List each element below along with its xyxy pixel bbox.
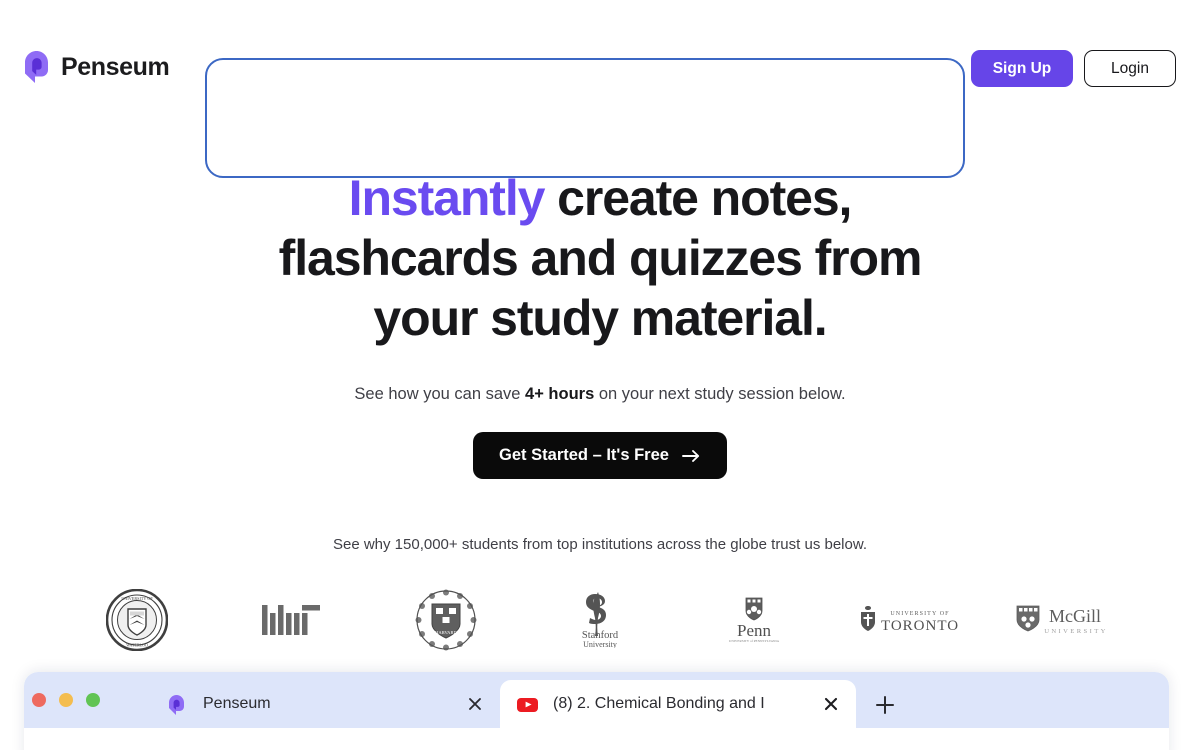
penseum-logo-icon — [22, 50, 52, 84]
youtube-favicon-icon — [516, 693, 539, 716]
subhead-highlight: 4+ hours — [525, 385, 595, 403]
minimize-window-button[interactable] — [59, 693, 73, 707]
svg-text:University: University — [583, 640, 617, 648]
svg-text:Penn: Penn — [737, 621, 772, 640]
subhead-after: on your next study session below. — [594, 385, 846, 403]
browser-tab-youtube[interactable]: (8) 2. Chemical Bonding and I — [500, 680, 856, 728]
browser-mockup: Penseum (8) 2. Chemical Bonding and I — [24, 672, 1169, 750]
tab-title: Penseum — [203, 695, 271, 712]
cta-wrapper: Get Started – It's Free — [0, 432, 1200, 479]
penn-logo-icon: Penn UNIVERSITY of PENNSYLVANIA — [677, 586, 831, 654]
svg-text:UNIVERSITY OF: UNIVERSITY OF — [121, 596, 153, 601]
auth-buttons: Sign Up Login — [971, 50, 1176, 87]
svg-text:TORONTO: TORONTO — [880, 618, 958, 634]
toronto-logo-icon: UNIVERSITY OF TORONTO — [831, 586, 985, 654]
close-window-button[interactable] — [32, 693, 46, 707]
browser-tab-penseum[interactable]: Penseum — [150, 680, 500, 728]
arrow-right-icon — [682, 448, 701, 464]
brand-name: Penseum — [61, 52, 170, 81]
browser-viewport — [24, 728, 1169, 750]
browser-content-card — [205, 58, 965, 178]
cta-label: Get Started – It's Free — [499, 446, 669, 464]
svg-text:McGill: McGill — [1049, 606, 1101, 626]
penseum-favicon-icon — [166, 693, 189, 716]
mit-logo-icon — [214, 586, 368, 654]
svg-text:UNIVERSITY: UNIVERSITY — [1044, 628, 1108, 635]
svg-text:UNIVERSITY OF: UNIVERSITY OF — [890, 611, 949, 617]
sign-up-button[interactable]: Sign Up — [971, 50, 1073, 87]
login-button[interactable]: Login — [1084, 50, 1176, 87]
new-tab-button[interactable] — [872, 692, 898, 718]
maximize-window-button[interactable] — [86, 693, 100, 707]
browser-tab-strip: Penseum (8) 2. Chemical Bonding and I — [24, 672, 1169, 728]
social-proof-text: See why 150,000+ students from top insti… — [332, 536, 868, 553]
svg-text:WATERLOO: WATERLOO — [126, 643, 148, 648]
subhead-before: See how you can save — [354, 385, 526, 403]
window-controls — [32, 693, 100, 707]
landing-page: Penseum Use Cases Product About Resource… — [0, 0, 1200, 750]
svg-text:UNIVERSITY of PENNSYLVANIA: UNIVERSITY of PENNSYLVANIA — [729, 639, 780, 643]
harvard-logo-icon: HARVARD — [369, 586, 523, 654]
university-logo-row: UNIVERSITY OF WATERLOO HARVARD Stanford … — [60, 586, 1140, 654]
headline-accent-word: Instantly — [348, 170, 546, 226]
svg-text:HARVARD: HARVARD — [435, 630, 457, 635]
brand-logo[interactable]: Penseum — [22, 50, 170, 84]
close-icon[interactable] — [820, 693, 842, 715]
hero-subheading: See how you can save 4+ hours on your ne… — [0, 383, 1200, 405]
mcgill-logo-icon: McGill UNIVERSITY — [986, 586, 1140, 654]
close-icon[interactable] — [464, 693, 486, 715]
stanford-logo-icon: Stanford University — [523, 586, 677, 654]
page-title: Instantly create notes, flashcards and q… — [270, 168, 930, 348]
social-proof-section: See why 150,000+ students from top insti… — [0, 534, 1200, 555]
tab-title: (8) 2. Chemical Bonding and I — [553, 695, 765, 712]
get-started-button[interactable]: Get Started – It's Free — [473, 432, 727, 479]
waterloo-logo-icon: UNIVERSITY OF WATERLOO — [60, 586, 214, 654]
hero-section: Instantly create notes, flashcards and q… — [0, 168, 1200, 479]
